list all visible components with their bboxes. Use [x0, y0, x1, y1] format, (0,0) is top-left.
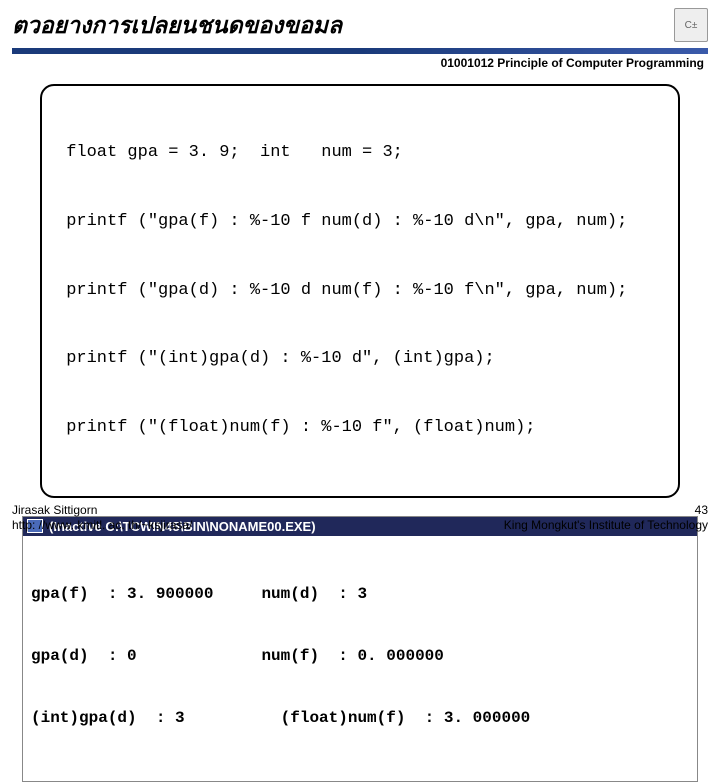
- page-number: 43: [504, 503, 708, 519]
- author-url: http: //www. kmitl. ac. th/~ksjirasa/: [12, 518, 192, 534]
- course-code: 01001012 Principle of Computer Programmi…: [12, 56, 708, 70]
- institute: King Mongkut's Institute of Technology: [504, 518, 708, 534]
- output-body: gpa(f) : 3. 900000 num(d) : 3 gpa(d) : 0…: [23, 536, 697, 781]
- divider: [12, 48, 708, 54]
- author-name: Jirasak Sittigorn: [12, 503, 192, 519]
- footer-left: Jirasak Sittigorn http: //www. kmitl. ac…: [12, 503, 192, 534]
- slide-title: ตวอยางการเปลยนชนดของขอมล: [12, 8, 342, 44]
- code-line: printf ("(int)gpa(d) : %-10 d", (int)gpa…: [56, 348, 664, 371]
- output-line: (int)gpa(d) : 3 (float)num(f) : 3. 00000…: [31, 708, 689, 729]
- output-line: gpa(d) : 0 num(f) : 0. 000000: [31, 646, 689, 667]
- footer-right: 43 King Mongkut's Institute of Technolog…: [504, 503, 708, 534]
- slide: ตวอยางการเปลยนชนดของขอมล C± 01001012 Pri…: [0, 0, 720, 540]
- code-line: printf ("gpa(f) : %-10 f num(d) : %-10 d…: [56, 211, 664, 234]
- code-line: printf ("(float)num(f) : %-10 f", (float…: [56, 417, 664, 440]
- footer: Jirasak Sittigorn http: //www. kmitl. ac…: [12, 503, 708, 534]
- header: ตวอยางการเปลยนชนดของขอมล C±: [12, 8, 708, 44]
- code-line: float gpa = 3. 9; int num = 3;: [56, 142, 664, 165]
- code-line: printf ("gpa(d) : %-10 d num(f) : %-10 f…: [56, 280, 664, 303]
- output-line: gpa(f) : 3. 900000 num(d) : 3: [31, 584, 689, 605]
- logo-icon: C±: [674, 8, 708, 42]
- output-window: (Inactive C:\TCWIN45\BIN\NONAME00.EXE) g…: [22, 516, 698, 782]
- code-block: float gpa = 3. 9; int num = 3; printf ("…: [40, 84, 680, 498]
